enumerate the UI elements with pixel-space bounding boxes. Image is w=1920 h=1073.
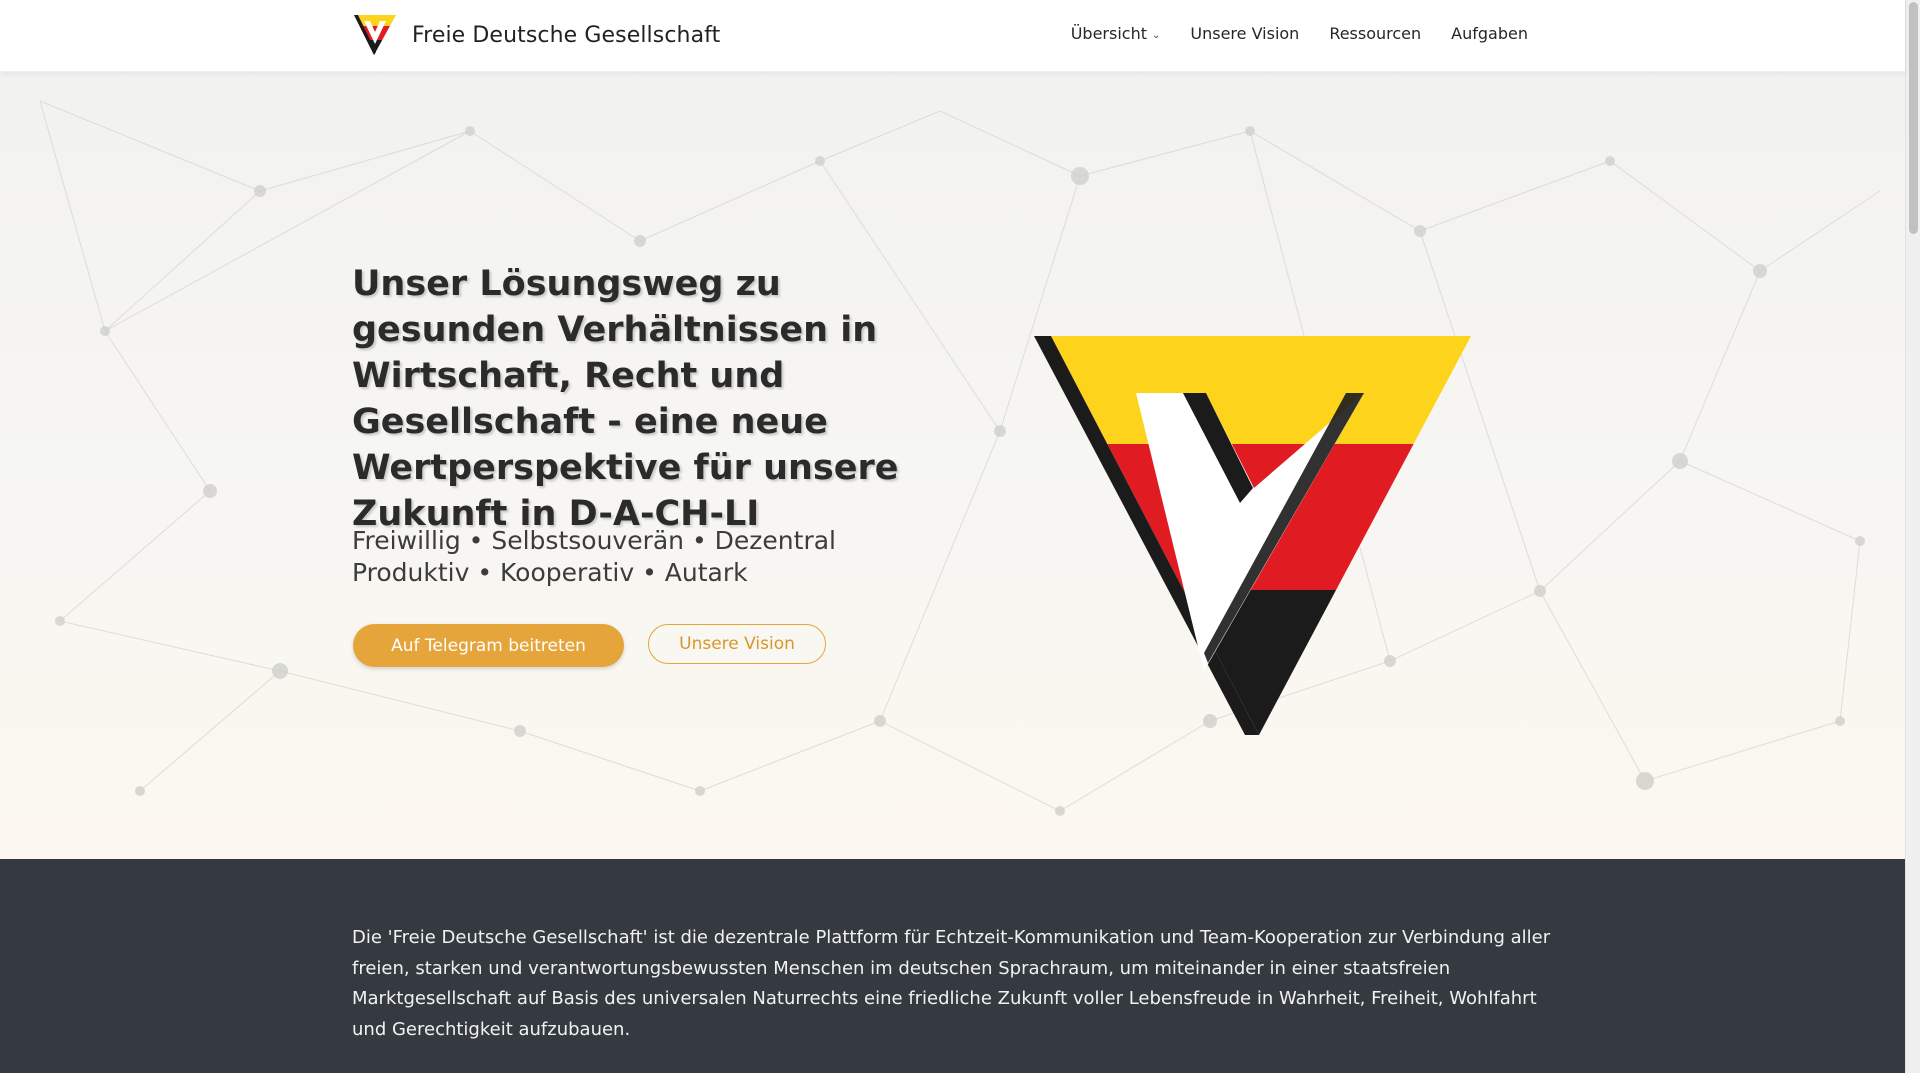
hero-title: Unser Lösungsweg zu gesunden Verhältniss… [352, 264, 899, 534]
nav-item-uebersicht[interactable]: Übersicht ⌄ [1071, 24, 1161, 43]
intro-text: Die 'Freie Deutsche Gesellschaft' ist di… [352, 927, 1551, 1040]
chevron-down-icon[interactable]: ⌄ [1152, 30, 1160, 41]
nav-item-label[interactable]: Übersicht [1071, 24, 1147, 43]
page-scrollbar[interactable] [1905, 0, 1920, 1073]
fdg-large-logo-icon [1034, 336, 1471, 735]
network-background [39, 100, 1881, 816]
intro-section: Die 'Freie Deutsche Gesellschaft' ist di… [0, 859, 1905, 1073]
hero-tagline: Freiwillig • Selbstsouverän • Dezentral … [352, 525, 836, 589]
main-nav: Übersicht ⌄ Unsere Vision Ressourcen Auf… [1071, 0, 1528, 67]
fdg-logo-icon [354, 15, 396, 55]
brand-name[interactable]: Freie Deutsche Gesellschaft [412, 23, 720, 48]
tagline-line-2: Produktiv • Kooperativ • Autark [352, 558, 748, 587]
site-header: Freie Deutsche Gesellschaft Übersicht ⌄ … [0, 0, 1905, 72]
brand-link[interactable]: Freie Deutsche Gesellschaft [352, 12, 720, 58]
nav-item-ressourcen[interactable]: Ressourcen [1329, 24, 1421, 43]
vision-button[interactable]: Unsere Vision [648, 624, 826, 664]
join-telegram-button[interactable]: Auf Telegram beitreten [353, 624, 624, 667]
tagline-line-1: Freiwillig • Selbstsouverän • Dezentral [352, 526, 836, 555]
hero-section: Unser Lösungsweg zu gesunden Verhältniss… [0, 71, 1905, 859]
scrollbar-thumb[interactable] [1909, 2, 1918, 234]
nav-item-unsere-vision[interactable]: Unsere Vision [1190, 24, 1299, 43]
nav-item-aufgaben[interactable]: Aufgaben [1451, 24, 1528, 43]
